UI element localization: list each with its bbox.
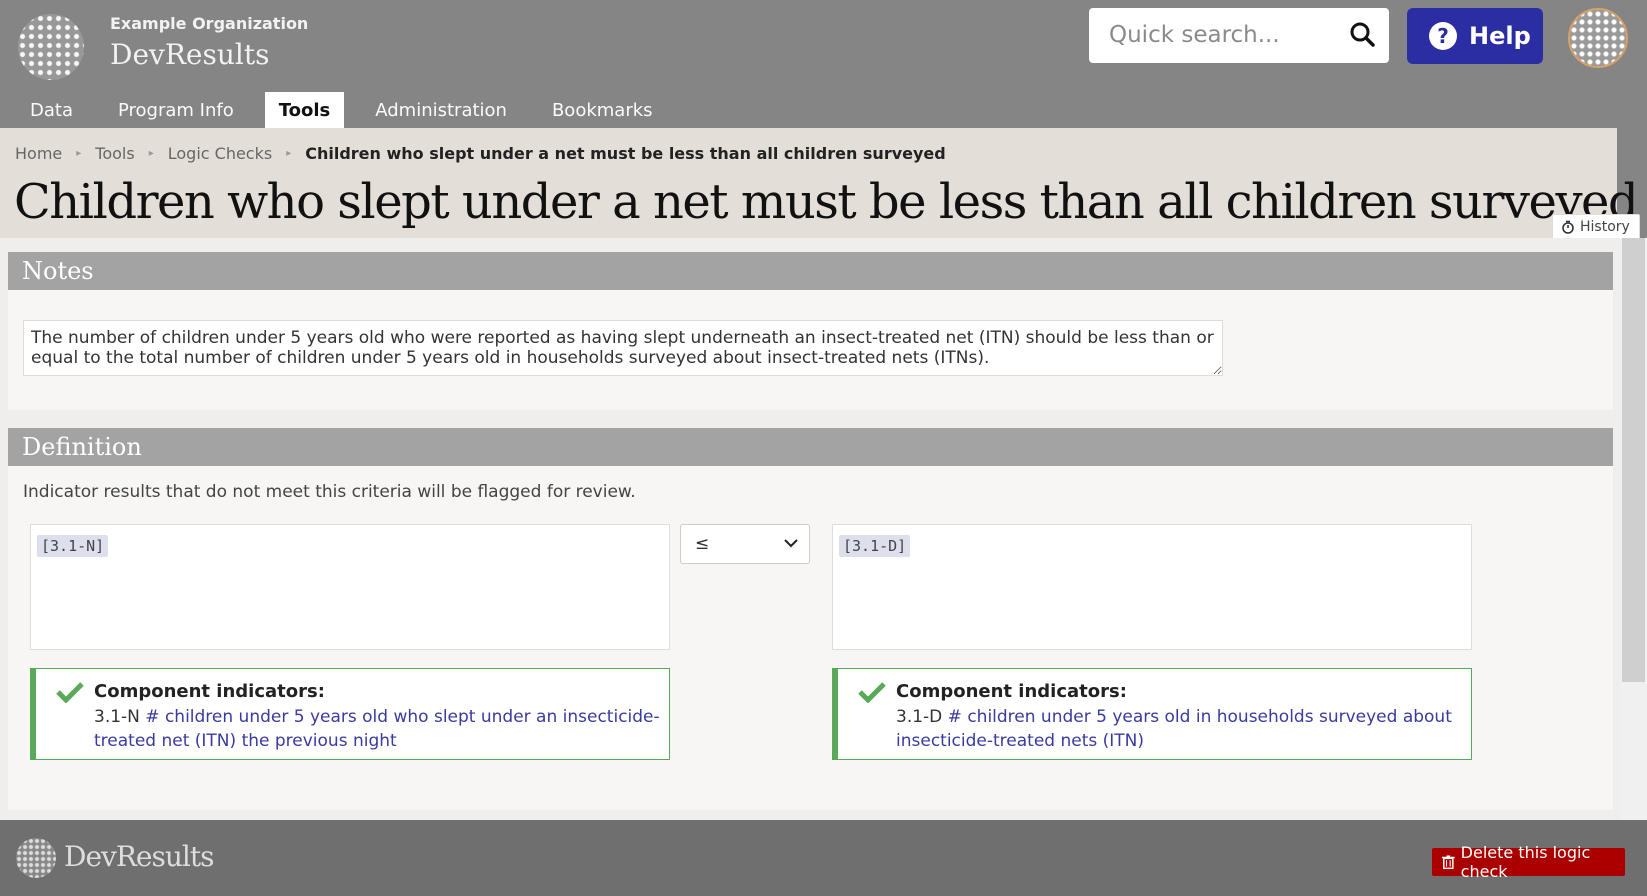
search-input[interactable]	[1089, 8, 1329, 61]
operator-select[interactable]: ≤	[680, 524, 810, 564]
help-label: Help	[1469, 22, 1531, 50]
main-content: Notes The number of children under 5 yea…	[0, 238, 1620, 820]
breadcrumb-logic-checks[interactable]: Logic Checks	[168, 144, 272, 163]
breadcrumb-tools[interactable]: Tools	[95, 144, 134, 163]
org-name: Example Organization	[110, 14, 309, 33]
nav-tools[interactable]: Tools	[264, 92, 345, 128]
right-token: [3.1-D]	[839, 535, 911, 557]
component-line: 3.1-D # children under 5 years old in ho…	[896, 705, 1466, 753]
right-expression-editor[interactable]: [3.1-D]	[832, 524, 1472, 650]
search-icon[interactable]	[1349, 21, 1375, 47]
nav-data[interactable]: Data	[16, 92, 87, 128]
history-button[interactable]: History	[1552, 214, 1640, 240]
delete-logic-check-button[interactable]: Delete this logic check	[1432, 843, 1625, 881]
left-expression-editor[interactable]: [3.1-N]	[30, 524, 670, 650]
component-line: 3.1-N # children under 5 years old who s…	[94, 705, 664, 753]
definition-section: Definition Indicator results that do not…	[8, 428, 1613, 810]
footer: DevResults Delete this logic check	[0, 820, 1647, 896]
nav-administration[interactable]: Administration	[361, 92, 521, 128]
component-link[interactable]: # children under 5 years old in househol…	[896, 707, 1452, 751]
left-token: [3.1-N]	[37, 535, 109, 557]
vertical-scrollbar[interactable]	[1620, 238, 1647, 820]
operator-value: ≤	[695, 534, 710, 554]
help-button[interactable]: ? Help	[1407, 8, 1543, 64]
breadcrumb-separator-icon: ▸	[76, 148, 82, 159]
org-logo-icon[interactable]	[18, 14, 84, 80]
page-title: Children who slept under a net must be l…	[14, 174, 1639, 230]
component-title: Component indicators:	[896, 681, 1127, 702]
nav-program-info[interactable]: Program Info	[104, 92, 248, 128]
check-icon	[56, 682, 84, 703]
user-avatar[interactable]	[1568, 8, 1628, 68]
notes-section: Notes The number of children under 5 yea…	[8, 252, 1613, 410]
definition-heading: Definition	[8, 428, 1613, 466]
top-header: Example Organization DevResults ? Help D…	[0, 0, 1647, 128]
chevron-down-icon	[784, 539, 798, 548]
breadcrumb: Home ▸ Tools ▸ Logic Checks ▸ Children w…	[15, 144, 960, 163]
component-link[interactable]: # children under 5 years old who slept u…	[94, 707, 660, 751]
check-icon	[858, 682, 886, 703]
component-code: 3.1-N	[94, 707, 140, 727]
breadcrumb-separator-icon: ▸	[148, 148, 154, 159]
notes-heading: Notes	[8, 252, 1613, 290]
delete-label: Delete this logic check	[1460, 843, 1591, 881]
breadcrumb-current: Children who slept under a net must be l…	[305, 144, 946, 163]
left-component-box: Component indicators: 3.1-N # children u…	[30, 668, 670, 760]
component-title: Component indicators:	[94, 681, 325, 702]
component-code: 3.1-D	[896, 707, 943, 727]
definition-description: Indicator results that do not meet this …	[23, 482, 636, 502]
footer-logo-icon	[16, 838, 56, 878]
main-nav: Data Program Info Tools Administration B…	[16, 92, 684, 128]
right-component-box: Component indicators: 3.1-D # children u…	[832, 668, 1472, 760]
history-icon	[1562, 220, 1574, 234]
quick-search	[1089, 8, 1389, 63]
trash-icon	[1442, 855, 1455, 870]
history-label: History	[1580, 219, 1630, 235]
scrollbar-thumb[interactable]	[1622, 238, 1645, 682]
breadcrumb-home[interactable]: Home	[15, 144, 62, 163]
footer-brand: DevResults	[64, 840, 214, 873]
nav-bookmarks[interactable]: Bookmarks	[538, 92, 667, 128]
help-icon: ?	[1429, 22, 1457, 50]
notes-textarea[interactable]: The number of children under 5 years old…	[23, 320, 1223, 376]
page-header: Home ▸ Tools ▸ Logic Checks ▸ Children w…	[0, 128, 1639, 238]
breadcrumb-separator-icon: ▸	[286, 148, 292, 159]
app-name: DevResults	[110, 38, 270, 71]
